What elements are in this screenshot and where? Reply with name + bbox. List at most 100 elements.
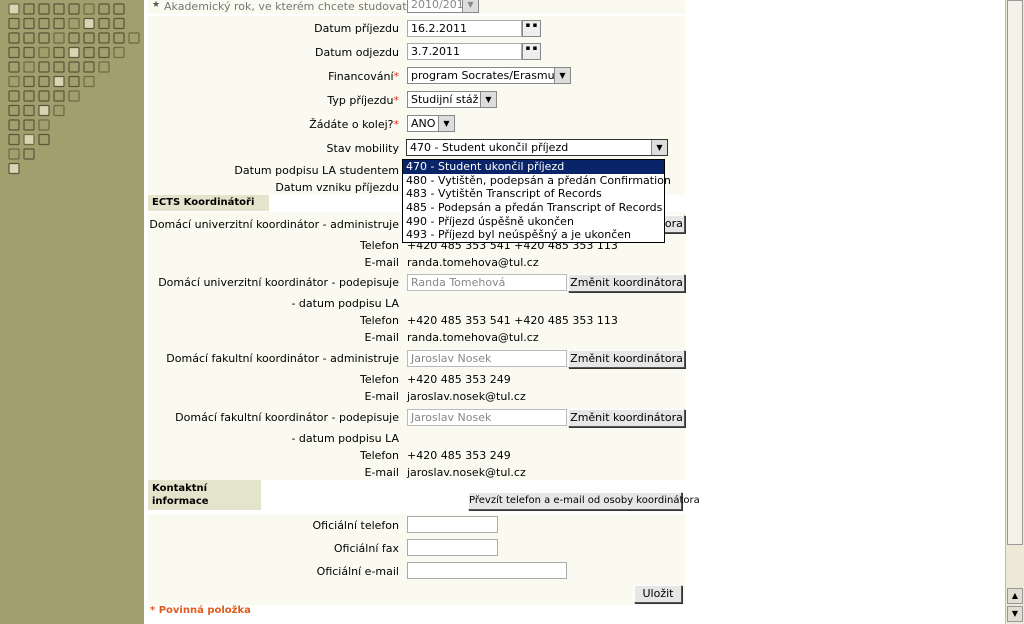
row-coordinator-2-email: E-mail randa.tomehova@tul.cz xyxy=(148,328,685,347)
coordinator-4-label: Domácí fakultní koordinátor - podepisuje xyxy=(175,411,399,424)
change-coordinator-3-button[interactable]: Změnit koordinátora xyxy=(568,350,685,368)
pattern-square xyxy=(23,61,35,73)
chevron-down-icon: ▼ xyxy=(554,68,570,83)
pattern-square xyxy=(23,119,35,131)
calendar-icon[interactable]: ▪ ▪ xyxy=(522,43,541,60)
coordinator-2-phone: +420 485 353 541 +420 485 353 113 xyxy=(407,314,618,327)
scrollbar-thumb[interactable] xyxy=(1007,0,1023,545)
change-coordinator-2-button[interactable]: Změnit koordinátora xyxy=(568,274,685,292)
pattern-square xyxy=(53,3,65,15)
academic-year-select[interactable]: 2010/2011 ▼ xyxy=(407,0,479,13)
arrival-type-select[interactable]: Studijní stáž ▼ xyxy=(407,91,497,108)
pattern-square xyxy=(38,46,50,59)
coordinator-4-email: jaroslav.nosek@tul.cz xyxy=(407,466,526,479)
dropdown-option[interactable]: 470 - Student ukončil příjezd xyxy=(403,160,664,174)
pattern-square xyxy=(98,46,110,59)
la-signature-student-label: Datum podpisu LA studentem xyxy=(234,164,399,177)
pattern-square xyxy=(8,148,20,160)
coordinator-4-name-input[interactable]: Jaroslav Nosek xyxy=(407,409,567,426)
arrival-date-input[interactable]: 16.2.2011 xyxy=(407,20,522,37)
save-button[interactable]: Uložit xyxy=(634,585,682,603)
dropdown-option[interactable]: 490 - Příjezd úspěšně ukončen xyxy=(403,215,664,229)
row-save: Uložit xyxy=(148,583,685,606)
pattern-square xyxy=(23,3,35,15)
copy-contact-button[interactable]: Převzít telefon a e-mail od osoby koordi… xyxy=(468,492,700,510)
coordinator-1-label: Domácí univerzitní koordinátor - adminis… xyxy=(149,218,399,231)
official-fax-label: Oficiální fax xyxy=(333,542,399,555)
pattern-square xyxy=(53,104,65,117)
dropdown-option[interactable]: 485 - Podepsán a předán Transcript of Re… xyxy=(403,201,664,215)
form-area: ★ Akademický rok, ve kterém chcete studo… xyxy=(144,0,1005,624)
official-email-input[interactable] xyxy=(407,562,567,579)
pattern-square xyxy=(113,46,125,59)
dorm-label: Žádáte o kolej?* xyxy=(309,118,399,131)
pattern-square xyxy=(23,133,35,146)
mobility-status-select[interactable]: 470 - Student ukončil příjezd ▼ xyxy=(406,139,668,156)
coordinator-1-email: randa.tomehova@tul.cz xyxy=(407,256,539,269)
pattern-square xyxy=(68,32,80,44)
dropdown-option[interactable]: 480 - Vytištěn, podepsán a předán Confir… xyxy=(403,174,671,188)
scrollbar[interactable]: ▲ ▼ xyxy=(1005,0,1024,624)
pattern-square xyxy=(23,104,35,117)
info-icon: ★ xyxy=(152,0,161,10)
coordinator-3-name-input[interactable]: Jaroslav Nosek xyxy=(407,350,567,367)
departure-date-input[interactable]: 3.7.2011 xyxy=(407,43,522,60)
pattern-square xyxy=(53,17,65,30)
pattern-square xyxy=(113,3,125,15)
pattern-square xyxy=(23,148,35,160)
row-dorm: Žádáte o kolej?* ANO ▼ xyxy=(148,112,685,137)
arrival-created-label: Datum vzniku příjezdu xyxy=(275,181,399,194)
academic-year-label: Akademický rok, ve kterém chcete studova… xyxy=(164,0,412,13)
pattern-square xyxy=(38,32,50,44)
chevron-down-icon: ▼ xyxy=(480,92,496,107)
calendar-icon[interactable]: ▪ ▪ xyxy=(522,20,541,37)
scroll-down-icon[interactable]: ▼ xyxy=(1007,606,1023,622)
scroll-up-icon[interactable]: ▲ xyxy=(1007,588,1023,604)
pattern-square xyxy=(38,119,50,131)
dropdown-option[interactable]: 483 - Vytištěn Transcript of Records xyxy=(403,187,664,201)
pattern-square xyxy=(8,104,20,117)
pattern-square xyxy=(83,61,95,73)
change-coordinator-4-button[interactable]: Změnit koordinátora xyxy=(568,409,685,427)
chevron-down-icon: ▼ xyxy=(438,116,454,131)
mobility-status-dropdown[interactable]: 470 - Student ukončil příjezd 480 - Vytiš… xyxy=(402,159,671,244)
chevron-down-icon: ▼ xyxy=(651,140,667,155)
dropdown-option[interactable]: 493 - Příjezd byl neúspěšný a je ukončen xyxy=(403,228,664,242)
pattern-square xyxy=(8,162,20,175)
row-coordinator-4: Domácí fakultní koordinátor - podepisuje… xyxy=(148,405,685,430)
row-departure-date: Datum odjezdu 3.7.2011 ▪ ▪ xyxy=(148,40,685,65)
email-label: E-mail xyxy=(364,331,400,344)
phone-label: Telefon xyxy=(359,314,399,327)
financing-select[interactable]: program Socrates/Erasmus ▼ xyxy=(407,67,571,84)
required-note: * Povinná položka xyxy=(150,605,251,616)
row-coordinator-4-email: E-mail jaroslav.nosek@tul.cz xyxy=(148,463,685,481)
pattern-graphic xyxy=(8,3,140,175)
pattern-square xyxy=(8,46,20,59)
la-date-label: - datum podpisu LA xyxy=(291,432,399,445)
official-phone-input[interactable] xyxy=(407,516,498,533)
pattern-square xyxy=(8,75,20,88)
arrival-type-label: Typ příjezdu* xyxy=(327,94,399,107)
pattern-square xyxy=(53,61,65,73)
pattern-square xyxy=(98,32,110,44)
row-financing: Financování* program Socrates/Erasmus ▼ xyxy=(148,64,685,89)
pattern-square xyxy=(113,17,125,30)
pattern-square xyxy=(83,75,95,88)
mobility-status-label: Stav mobility xyxy=(326,142,399,155)
ects-section-title: ECTS Koordinátoři xyxy=(148,195,269,211)
pattern-square xyxy=(23,32,35,44)
pattern-square xyxy=(8,17,20,30)
pattern-square xyxy=(38,75,50,88)
row-coordinator-3-phone: Telefon +420 485 353 249 xyxy=(148,370,685,388)
phone-label: Telefon xyxy=(359,373,399,386)
pattern-square xyxy=(68,3,80,15)
pattern-square xyxy=(23,46,35,59)
email-label: E-mail xyxy=(364,390,400,403)
coordinator-2-name-input[interactable]: Randa Tomehová xyxy=(407,274,567,291)
dorm-select[interactable]: ANO ▼ xyxy=(407,115,455,132)
pattern-square xyxy=(83,32,95,44)
official-fax-input[interactable] xyxy=(407,539,498,556)
pattern-square xyxy=(23,90,35,102)
arrival-date-label: Datum příjezdu xyxy=(314,22,399,35)
row-arrival-type: Typ příjezdu* Studijní stáž ▼ xyxy=(148,88,685,113)
